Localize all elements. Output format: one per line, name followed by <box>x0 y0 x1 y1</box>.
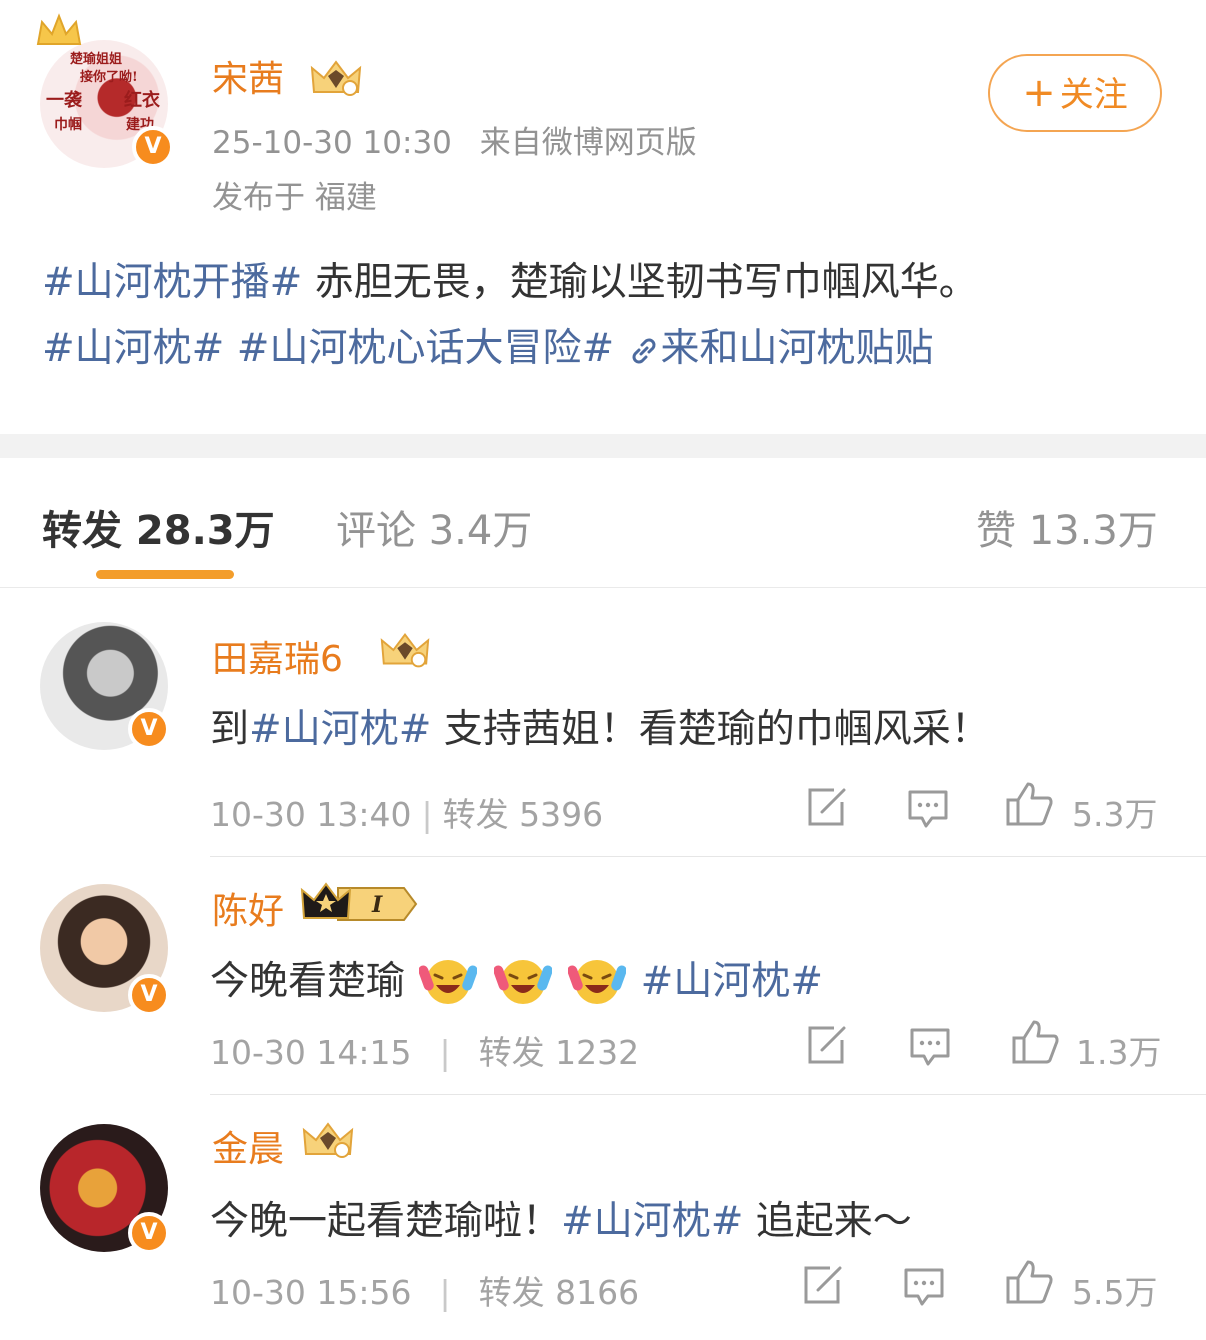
topic-link[interactable]: 来和山河枕贴贴 <box>627 326 934 371</box>
crown-rank-icon <box>310 60 362 96</box>
like-count: 5.5万 <box>1072 1273 1158 1312</box>
repost-author[interactable]: 金晨 <box>212 1120 284 1172</box>
laugh-cry-emoji-icon <box>493 959 552 1004</box>
hashtag-link[interactable]: #山河枕# <box>561 1199 743 1244</box>
repost-edit-icon[interactable] <box>800 1264 844 1308</box>
topic-link-text: 来和山河枕贴贴 <box>660 326 934 371</box>
avatar-text: 一袭 <box>46 90 82 111</box>
repost-time: 10-30 14:15 <box>210 1033 412 1072</box>
meta-separator: | <box>439 1273 451 1312</box>
repost-author[interactable]: 陈好 <box>212 882 284 934</box>
plus-icon: + <box>1022 70 1056 116</box>
post-text: 赤胆无畏，楚瑜以坚韧书写巾帼风华。 <box>302 260 978 305</box>
repost-item: V 陈好 I 今晚看楚瑜 #山河枕# 10-30 14:15 | 转发 1232… <box>0 858 1206 1096</box>
repost-author[interactable]: 田嘉瑞6 <box>212 630 343 682</box>
post-location: 发布于 福建 <box>212 180 377 216</box>
link-icon <box>632 338 656 363</box>
laugh-cry-emoji-icon <box>419 959 478 1004</box>
crown-level-badge-icon: I <box>300 882 418 921</box>
repost-text-part: 到 <box>210 707 250 752</box>
repost-count: 转发 5396 <box>442 795 604 834</box>
post-content: #山河枕开播# 赤胆无畏，楚瑜以坚韧书写巾帼风华。 #山河枕# #山河枕心话大冒… <box>42 250 1182 382</box>
row-divider <box>210 1094 1206 1095</box>
repost-item: V 金晨 今晚一起看楚瑜啦！#山河枕# 追起来～ 10-30 15:56 | 转发 … <box>0 1096 1206 1340</box>
crown-rank-icon <box>380 632 430 668</box>
repost-meta: 10-30 14:15 | 转发 1232 <box>210 1026 639 1074</box>
repost-text-part: 追起来～ <box>743 1199 912 1244</box>
repost-meta: 10-30 15:56 | 转发 8166 <box>210 1266 639 1314</box>
repost-edit-icon[interactable] <box>804 1024 848 1068</box>
repost-text-part: 支持茜姐！看楚瑜的巾帼风采！ <box>431 707 990 752</box>
repost-item: V 田嘉瑞6 到#山河枕# 支持茜姐！看楚瑜的巾帼风采！ 10-30 13:40… <box>0 610 1206 858</box>
verified-badge-icon: V <box>132 126 174 168</box>
post-card: 楚瑜姐姐 接你了呦! 一袭 红衣 巾帼 建功 V 宋茜 25-10-30 10:… <box>0 0 1206 434</box>
like-thumb-icon[interactable] <box>1010 1018 1060 1066</box>
post-time: 25-10-30 10:30 <box>212 125 452 161</box>
row-divider <box>210 856 1206 857</box>
repost-text-part: 今晚看楚瑜 <box>210 959 406 1004</box>
tab-repost[interactable]: 转发 28.3万 <box>42 498 275 556</box>
repost-text: 到#山河枕# 支持茜姐！看楚瑜的巾帼风采！ <box>210 698 990 754</box>
verified-badge-icon: V <box>128 974 170 1016</box>
follow-button[interactable]: + 关注 <box>988 54 1162 132</box>
avatar-text: 巾帼 <box>54 117 82 133</box>
avatar-text: 接你了呦! <box>80 70 138 85</box>
hashtag-link[interactable]: #山河枕# <box>42 326 224 371</box>
like-count: 1.3万 <box>1076 1033 1162 1072</box>
verified-badge-icon: V <box>128 708 170 750</box>
crown-rank-icon <box>302 1122 354 1158</box>
like-thumb-icon[interactable] <box>1004 780 1054 828</box>
section-divider <box>0 434 1206 458</box>
interaction-tabs: 转发 28.3万 评论 3.4万 赞 13.3万 <box>0 458 1206 588</box>
repost-count: 转发 8166 <box>478 1273 640 1312</box>
repost-time: 10-30 13:40 <box>210 795 412 834</box>
comment-icon[interactable] <box>908 1026 952 1068</box>
hashtag-link[interactable]: #山河枕开播# <box>42 260 302 305</box>
active-tab-indicator <box>96 570 234 579</box>
repost-text: 今晚看楚瑜 #山河枕# <box>210 950 823 1011</box>
repost-text-part: 今晚一起看楚瑜啦！ <box>210 1199 562 1244</box>
laugh-cry-emoji-icon <box>568 959 627 1004</box>
author-name[interactable]: 宋茜 <box>212 50 284 102</box>
post-meta: 25-10-30 10:30 来自微博网页版 <box>212 117 697 162</box>
comment-icon[interactable] <box>902 1266 946 1308</box>
crown-decoration-icon <box>36 13 82 45</box>
rank-level: I <box>371 892 383 918</box>
hashtag-link[interactable]: #山河枕# <box>641 959 823 1004</box>
repost-time: 10-30 15:56 <box>210 1273 412 1312</box>
like-count: 5.3万 <box>1072 795 1158 834</box>
repost-text: 今晚一起看楚瑜啦！#山河枕# 追起来～ <box>210 1190 912 1246</box>
hashtag-link[interactable]: #山河枕心话大冒险# <box>237 326 614 371</box>
repost-count: 转发 1232 <box>478 1033 640 1072</box>
repost-meta: 10-30 13:40 | 转发 5396 <box>210 788 603 836</box>
follow-label: 关注 <box>1059 75 1128 115</box>
verified-badge-icon: V <box>128 1212 170 1254</box>
post-source: 来自微博网页版 <box>479 125 697 161</box>
avatar-text: 红衣 <box>124 90 160 111</box>
meta-separator: | <box>439 1033 451 1072</box>
meta-separator: | <box>421 795 433 834</box>
hashtag-link[interactable]: #山河枕# <box>249 707 431 752</box>
comment-icon[interactable] <box>906 788 950 830</box>
tab-comment[interactable]: 评论 3.4万 <box>336 498 532 556</box>
tab-like[interactable]: 赞 13.3万 <box>976 498 1158 556</box>
repost-edit-icon[interactable] <box>804 786 848 830</box>
like-thumb-icon[interactable] <box>1004 1258 1054 1306</box>
